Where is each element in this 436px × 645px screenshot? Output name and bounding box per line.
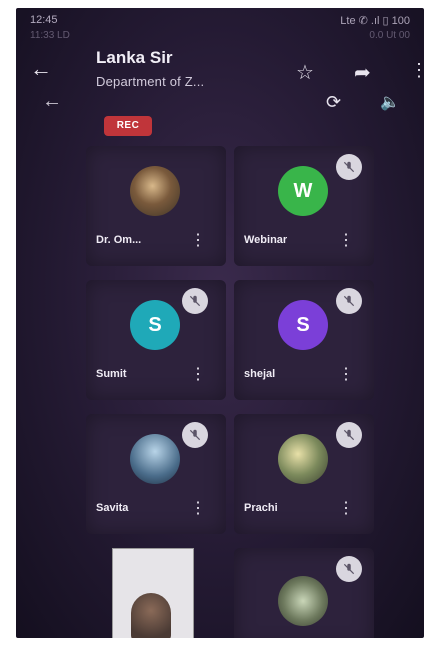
status-indicators: Lte ✆ .ıl ▯ 100 <box>340 15 410 27</box>
meeting-subtitle[interactable]: Department of Z... <box>96 74 204 89</box>
more-vert-icon[interactable]: ⋮ <box>410 60 424 81</box>
more-vert-icon[interactable]: ⋮ <box>338 230 354 250</box>
back-arrow-icon[interactable]: ← <box>30 56 52 82</box>
self-face <box>131 593 171 638</box>
participant-name: shejal <box>244 368 276 380</box>
avatar <box>278 576 328 626</box>
ghost-status-right: 0.0 Ut 00 <box>369 30 410 41</box>
more-vert-icon[interactable]: ⋮ <box>338 498 354 518</box>
participant-tile[interactable]: S Sumit ⋮ <box>86 280 226 400</box>
participant-tile[interactable]: S shejal ⋮ <box>234 280 374 400</box>
participant-tile[interactable]: Dr. Om... ⋮ <box>86 146 226 266</box>
speaker-icon[interactable]: 🔈 <box>380 92 400 112</box>
participant-name: Dr. Om... <box>96 234 142 246</box>
avatar <box>278 434 328 484</box>
mic-off-icon <box>182 422 208 448</box>
recording-badge: REC <box>104 116 152 136</box>
avatar <box>130 434 180 484</box>
back-arrow-icon[interactable]: ← <box>42 90 62 113</box>
avatar: S <box>130 300 180 350</box>
more-vert-icon[interactable]: ⋮ <box>190 230 206 250</box>
participant-tile[interactable]: W Webinar ⋮ <box>234 146 374 266</box>
participant-name: Prachi <box>244 502 278 514</box>
participant-tile[interactable] <box>234 548 374 638</box>
more-vert-icon[interactable]: ⋮ <box>338 364 354 384</box>
participant-name: Savita <box>96 502 129 514</box>
avatar <box>130 166 180 216</box>
more-vert-icon[interactable]: ⋮ <box>190 364 206 384</box>
participant-tile[interactable]: Prachi ⋮ <box>234 414 374 534</box>
meeting-screen: 12:45 Lte ✆ .ıl ▯ 100 11:33 LD 0.0 Ut 00… <box>16 8 424 638</box>
share-icon[interactable]: ➦ <box>354 60 371 85</box>
ghost-status-left: 11:33 LD <box>30 30 70 41</box>
status-time: 12:45 <box>30 14 58 26</box>
more-vert-icon[interactable]: ⋮ <box>190 498 206 518</box>
avatar: S <box>278 300 328 350</box>
mic-off-icon <box>336 556 362 582</box>
meeting-title: Lanka Sir <box>96 48 173 67</box>
star-icon[interactable]: ☆ <box>296 60 314 85</box>
participant-name: Sumit <box>96 368 127 380</box>
mic-off-icon <box>336 288 362 314</box>
self-view-video[interactable] <box>112 548 194 638</box>
mic-off-icon <box>336 154 362 180</box>
participant-tile[interactable]: Savita ⋮ <box>86 414 226 534</box>
rotate-camera-icon[interactable]: ⟳ <box>326 92 341 113</box>
avatar: W <box>278 166 328 216</box>
mic-off-icon <box>336 422 362 448</box>
mic-off-icon <box>182 288 208 314</box>
participant-name: Webinar <box>244 234 288 246</box>
